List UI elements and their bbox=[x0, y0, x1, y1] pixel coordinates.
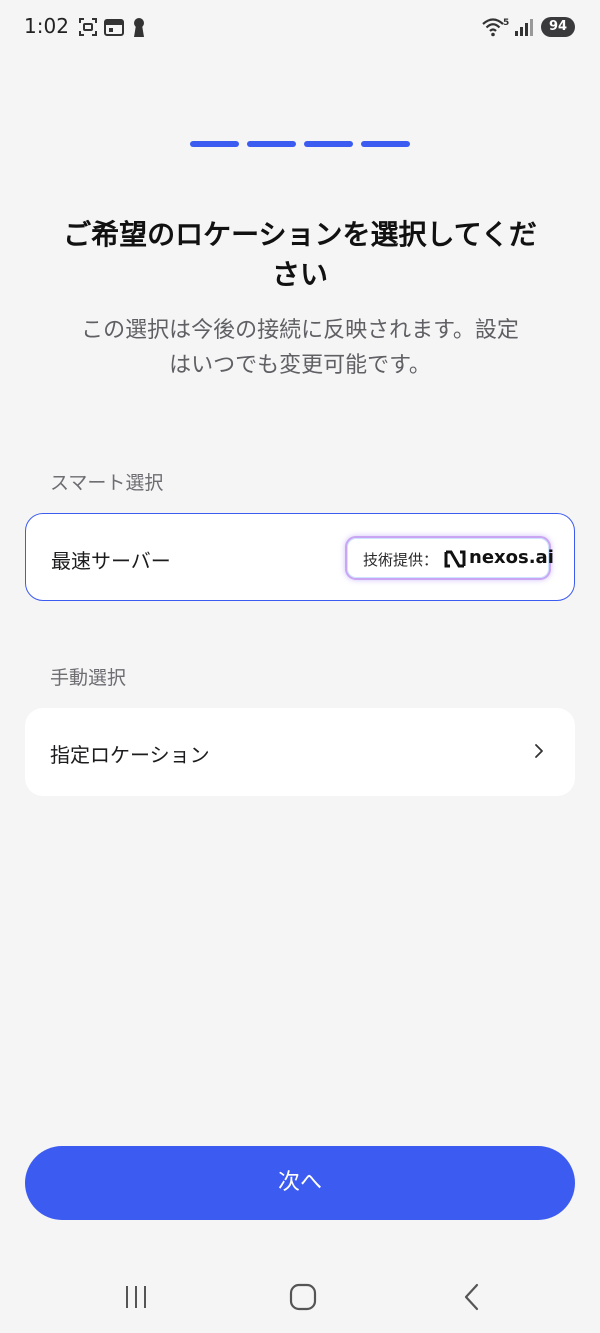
page-subtitle-line2: はいつでも変更可能です。 bbox=[169, 353, 431, 378]
powered-by-text: 技術提供： bbox=[363, 551, 439, 569]
screenshot-icon bbox=[79, 18, 97, 36]
progress-step-2 bbox=[247, 141, 296, 147]
powered-by-badge: 技術提供： nexos.ai bbox=[345, 536, 554, 580]
calendar-icon bbox=[104, 19, 124, 36]
next-button[interactable]: 次へ bbox=[25, 1146, 575, 1220]
manual-section-label: 手動選択 bbox=[50, 667, 127, 689]
keyhole-icon bbox=[134, 18, 144, 37]
status-bar: 1:02 5 94 bbox=[0, 0, 600, 56]
recent-apps-icon[interactable] bbox=[122, 1282, 150, 1312]
chevron-right-icon bbox=[535, 744, 543, 758]
nexos-brand: nexos.ai bbox=[469, 547, 554, 568]
home-icon[interactable] bbox=[288, 1282, 318, 1312]
smart-section-label: スマート選択 bbox=[50, 472, 164, 494]
fastest-server-option[interactable]: 最速サーバー 技術提供： nexos.ai bbox=[25, 513, 575, 601]
page-subtitle-line1: この選択は今後の接続に反映されます。設定 bbox=[81, 318, 519, 343]
specific-location-option[interactable]: 指定ロケーション bbox=[25, 708, 575, 796]
wifi-badge: 5 bbox=[503, 18, 509, 28]
page-title-line1: ご希望のロケーションを選択してくだ bbox=[63, 218, 537, 251]
progress-step-3 bbox=[304, 141, 353, 147]
screen: 1:02 5 94 ご希望のロケーションを選択してくだ さい この選択は今後の接… bbox=[0, 0, 600, 1333]
progress-step-4 bbox=[361, 141, 410, 147]
battery-indicator: 94 bbox=[541, 17, 575, 37]
system-nav-bar bbox=[0, 1260, 600, 1333]
page-title: ご希望のロケーションを選択してくだ さい bbox=[40, 215, 560, 295]
back-icon[interactable] bbox=[460, 1282, 484, 1312]
specific-location-label: 指定ロケーション bbox=[50, 743, 210, 767]
wifi-icon: 5 bbox=[482, 18, 509, 37]
signal-icon bbox=[515, 19, 533, 36]
progress-step-1 bbox=[190, 141, 239, 147]
step-progress bbox=[190, 141, 410, 148]
nexos-logo-icon bbox=[444, 550, 466, 568]
page-subtitle: この選択は今後の接続に反映されます。設定 はいつでも変更可能です。 bbox=[40, 313, 560, 383]
page-title-line2: さい bbox=[271, 258, 328, 291]
fastest-server-label: 最速サーバー bbox=[51, 549, 171, 573]
status-time: 1:02 bbox=[24, 14, 69, 38]
